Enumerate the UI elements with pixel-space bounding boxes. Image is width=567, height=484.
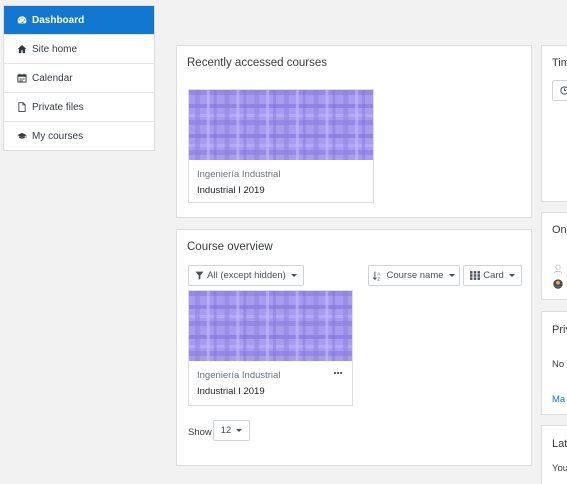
nav-item-label: Dashboard: [32, 14, 85, 26]
nav-item-calendar[interactable]: Calendar: [4, 63, 154, 92]
recently-accessed-courses-block: Recently accessed courses Ingeniería Ind…: [176, 45, 532, 218]
course-card[interactable]: Ingeniería Industrial Industrial I 2019: [188, 89, 374, 203]
nav-item-dashboard[interactable]: Dashboard: [4, 6, 154, 34]
sort-alpha-icon: AZ: [373, 271, 381, 281]
private-files-empty-text: No: [552, 359, 565, 370]
nav-item-label: Private files: [32, 101, 84, 113]
private-files-block: Priv No Ma: [541, 311, 567, 415]
course-card[interactable]: Ingeniería Industrial Industrial I 2019: [188, 290, 353, 406]
nav-item-label: Site home: [32, 43, 78, 55]
online-users-block: On: [541, 212, 567, 300]
calendar-icon: [16, 72, 28, 84]
nav-item-label: Calendar: [32, 72, 73, 84]
nav-item-site-home[interactable]: Site home: [4, 34, 154, 63]
manage-private-files-link[interactable]: Ma: [552, 394, 565, 405]
user-avatar-icon: [553, 264, 563, 274]
svg-text:Z: Z: [378, 276, 381, 281]
course-actions-menu-icon[interactable]: [334, 372, 342, 374]
grid-icon: [470, 271, 481, 280]
nav-item-private-files[interactable]: Private files: [4, 92, 154, 121]
dashboard-icon: [16, 14, 28, 26]
block-title: Tim: [552, 57, 567, 69]
filter-icon: [195, 271, 204, 280]
course-image: [189, 291, 352, 361]
chevron-down-icon: [290, 274, 297, 277]
course-category: Ingeniería Industrial: [197, 370, 281, 381]
block-title: Course overview: [187, 241, 273, 253]
course-image: [189, 90, 373, 160]
course-category: Ingeniería Industrial: [197, 169, 281, 180]
grouping-filter-dropdown[interactable]: All (except hidden): [188, 265, 304, 286]
paging-size-value: 12: [220, 425, 232, 436]
course-name-link[interactable]: Industrial I 2019: [197, 386, 265, 397]
chevron-down-icon: [508, 274, 515, 277]
block-title: Priv: [552, 324, 567, 336]
user-avatar-icon: [553, 279, 563, 289]
course-name-link[interactable]: Industrial I 2019: [197, 185, 265, 196]
chevron-down-icon: [448, 274, 455, 277]
chevron-down-icon: [236, 429, 243, 432]
block-title: Recently accessed courses: [187, 57, 327, 69]
graduation-cap-icon: [16, 130, 28, 142]
view-label: Card: [483, 270, 504, 281]
sort-dropdown[interactable]: AZ Course name: [368, 265, 460, 286]
latest-badges-text: You: [552, 463, 567, 474]
view-dropdown[interactable]: Card: [463, 265, 522, 286]
block-title: Lat: [552, 438, 567, 450]
latest-badges-block: Lat You: [541, 425, 567, 484]
block-title: On: [552, 224, 567, 236]
file-icon: [16, 101, 28, 113]
clock-icon: [560, 86, 567, 95]
timeline-block: Tim: [541, 45, 567, 202]
nav-item-my-courses[interactable]: My courses: [4, 121, 154, 150]
course-overview-block: Course overview All (except hidden) AZ C…: [176, 229, 532, 466]
svg-text:A: A: [378, 271, 381, 276]
paging-size-dropdown[interactable]: 12: [213, 420, 250, 441]
sort-label: Course name: [386, 270, 444, 281]
nav-item-label: My courses: [32, 130, 84, 142]
filter-label: All (except hidden): [207, 270, 286, 281]
paging-show-label: Show: [188, 427, 212, 438]
page-header-band: [167, 0, 567, 40]
timeline-filter-dropdown[interactable]: [552, 80, 567, 101]
home-icon: [16, 43, 28, 55]
navigation-drawer: Dashboard Site home Calendar Private fil…: [3, 5, 155, 151]
